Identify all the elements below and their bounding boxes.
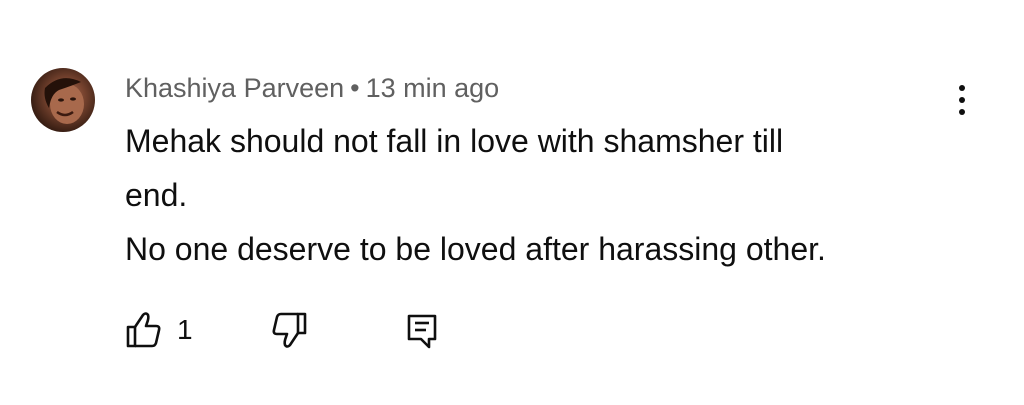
thumb-down-icon [272,312,307,348]
vertical-dots-icon [959,97,965,103]
comment-meta: Khashiya Parveen • 13 min ago [125,70,499,106]
meta-separator: • [350,73,360,103]
dislike-button[interactable] [270,308,308,352]
comment-line: No one deserve to be loved after harassi… [125,231,826,267]
more-options-button[interactable] [944,78,980,122]
like-button[interactable]: 1 [125,308,193,352]
vertical-dots-icon [959,85,965,91]
like-count: 1 [177,314,193,345]
thumb-up-icon [126,312,161,348]
reply-comment-icon [407,314,437,349]
comment-actions: 1 [125,308,455,352]
comment-card: Khashiya Parveen • 13 min ago Mehak should… [0,0,1024,405]
reply-button[interactable] [405,308,439,352]
author-name[interactable]: Khashiya Parveen [125,73,344,103]
vertical-dots-icon [959,109,965,115]
avatar[interactable] [31,68,95,132]
comment-line: end. [125,177,188,213]
avatar-image [44,78,84,124]
comment-text: Mehak should not fall in love with shams… [125,114,935,276]
comment-timestamp: 13 min ago [365,73,500,103]
comment-line: Mehak should not fall in love with shams… [125,123,784,159]
